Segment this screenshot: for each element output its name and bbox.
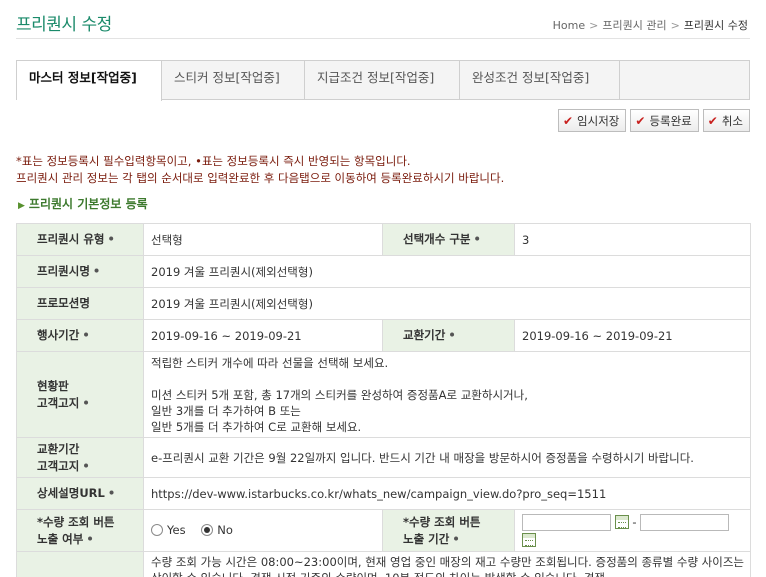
exchange-notice-value: e-프리퀀시 교환 기간은 9월 22일까지 입니다. 반드시 기간 내 매장을… xyxy=(143,437,751,478)
event-period-value: 2019-09-16 ~ 2019-09-21 xyxy=(143,319,383,352)
form-row-qty-button: *수량 조회 버튼 노출 여부 • Yes No *수량 조회 버튼 노출 기간 • - xyxy=(16,509,751,552)
form-row-type: 프리퀀시 유형 • 선택형 선택개수 구분 • 3 xyxy=(16,223,751,256)
exchange-notice-label: 교환기간 고객고지 • xyxy=(16,437,144,478)
tab-payment-condition[interactable]: 지급조건 정보[작업중] xyxy=(305,61,460,99)
detail-url-label: 상세설명URL • xyxy=(16,477,144,510)
check-icon: ✔ xyxy=(562,113,574,128)
cancel-button[interactable]: ✔ 취소 xyxy=(702,109,750,132)
board-notice-value: 적립한 스티커 개수에 따라 선물을 선택해 보세요. 미션 스티커 5개 포함… xyxy=(143,351,751,438)
qty-yes-radio[interactable]: Yes xyxy=(151,522,186,538)
temp-save-button[interactable]: ✔ 임시저장 xyxy=(557,109,627,132)
check-icon: ✔ xyxy=(635,113,646,128)
name-value: 2019 겨울 프리퀀시(제외선택형) xyxy=(143,255,751,288)
form-row-exchange-notice: 교환기간 고객고지 • e-프리퀀시 교환 기간은 9월 22일까지 입니다. 반드… xyxy=(16,437,751,478)
form-row-periods: 행사기간 • 2019-09-16 ~ 2019-09-21 교환기간 • 2019… xyxy=(16,319,751,352)
triangle-right-icon: ▶ xyxy=(18,201,25,211)
qty-period-end-input[interactable] xyxy=(640,513,730,531)
name-label: 프리퀀시명 • xyxy=(16,255,144,288)
qty-period-label: *수량 조회 버튼 노출 기간 • xyxy=(382,509,515,552)
radio-unchecked-icon xyxy=(151,523,163,536)
form-row-qty-notice: 수량 조회 가능 시간은 08:00~23:00이며, 현재 영업 중인 매장의… xyxy=(16,551,751,577)
event-period-label: 행사기간 • xyxy=(16,319,144,352)
action-buttons: ✔ 임시저장 ✔ 등록완료 ✔ 취소 xyxy=(557,109,750,132)
breadcrumb-frequency-manage[interactable]: 프리퀀시 관리 xyxy=(602,19,666,32)
detail-url-value: https://dev-www.istarbucks.co.kr/whats_n… xyxy=(143,477,751,510)
tab-completion-condition[interactable]: 완성조건 정보[작업중] xyxy=(460,61,620,99)
check-icon: ✔ xyxy=(707,113,718,128)
title-divider xyxy=(16,38,750,39)
chevron-right-icon: > xyxy=(589,19,599,32)
breadcrumb-current: 프리퀀시 수정 xyxy=(683,19,748,32)
form-row-name: 프리퀀시명 • 2019 겨울 프리퀀시(제외선택형) xyxy=(16,255,751,288)
form-row-detail-url: 상세설명URL • https://dev-www.istarbucks.co.k… xyxy=(16,477,751,510)
tab-master-info[interactable]: 마스터 정보[작업중] xyxy=(17,61,162,101)
exchange-period-label: 교환기간 • xyxy=(382,319,515,352)
breadcrumb-home[interactable]: Home xyxy=(553,19,585,32)
type-value: 선택형 xyxy=(143,223,383,256)
calendar-icon[interactable] xyxy=(614,515,629,529)
tab-bar: 마스터 정보[작업중] 스티커 정보[작업중] 지급조건 정보[작업중] 완성조… xyxy=(16,60,750,101)
section-title: ▶ 프리퀀시 기본정보 등록 xyxy=(18,197,148,211)
tab-sticker-info[interactable]: 스티커 정보[작업중] xyxy=(162,61,305,99)
qty-period-start-input[interactable] xyxy=(522,513,611,531)
radio-checked-icon xyxy=(201,523,214,536)
qty-notice-value: 수량 조회 가능 시간은 08:00~23:00이며, 현재 영업 중인 매장의… xyxy=(143,551,751,577)
notice-text: *표는 정보등록시 필수입력항목이고, •표는 정보등록시 즉시 반영되는 항목… xyxy=(16,154,505,185)
form-row-promo: 프로모션명 2019 겨울 프리퀀시(제외선택형) xyxy=(16,287,751,320)
promo-label: 프로모션명 xyxy=(16,287,144,320)
exchange-period-value: 2019-09-16 ~ 2019-09-21 xyxy=(514,319,751,352)
promo-value: 2019 겨울 프리퀀시(제외선택형) xyxy=(143,287,751,320)
calendar-icon[interactable] xyxy=(522,533,536,547)
qty-period-value: - xyxy=(514,509,751,552)
qty-no-radio[interactable]: No xyxy=(201,522,233,538)
breadcrumb: Home > 프리퀀시 관리 > 프리퀀시 수정 xyxy=(553,17,748,33)
qty-button-value: Yes No xyxy=(143,509,383,552)
select-count-value: 3 xyxy=(514,223,751,256)
qty-button-label: *수량 조회 버튼 노출 여부 • xyxy=(16,509,144,552)
chevron-right-icon: > xyxy=(670,19,680,32)
page-title: 프리퀀시 수정 xyxy=(16,15,112,35)
complete-button[interactable]: ✔ 등록완료 xyxy=(630,109,699,132)
select-count-label: 선택개수 구분 • xyxy=(382,223,515,256)
basic-info-form: 프리퀀시 유형 • 선택형 선택개수 구분 • 3 프리퀀시명 • 2019 겨울 프… xyxy=(16,223,751,577)
type-label: 프리퀀시 유형 • xyxy=(16,223,144,256)
qty-notice-label xyxy=(16,551,144,577)
board-notice-label: 현황판 고객고지 • xyxy=(16,351,144,438)
form-row-board-notice: 현황판 고객고지 • 적립한 스티커 개수에 따라 선물을 선택해 보세요. 미션 … xyxy=(16,351,751,438)
